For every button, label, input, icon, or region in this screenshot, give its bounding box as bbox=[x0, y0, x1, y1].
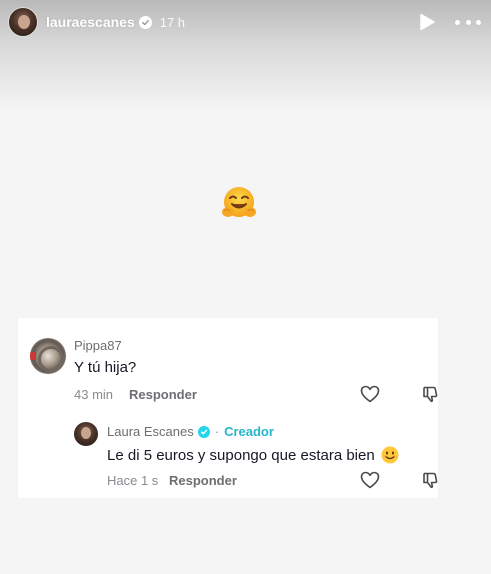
story-username[interactable]: lauraescanes bbox=[46, 14, 135, 30]
reply-button[interactable]: Responder bbox=[169, 473, 237, 488]
story-header: lauraescanes 17 h bbox=[0, 0, 491, 44]
smiling-face-emoji bbox=[381, 446, 399, 464]
reply-text-row: Le di 5 euros y supongo que estara bien bbox=[107, 446, 399, 464]
more-icon[interactable] bbox=[455, 12, 481, 32]
avatar[interactable] bbox=[74, 422, 98, 446]
comment-username[interactable]: Pippa87 bbox=[74, 338, 122, 353]
separator-dot: · bbox=[214, 424, 220, 439]
creator-badge: Creador bbox=[224, 424, 274, 439]
comment-card: Pippa87 Y tú hija? 43 min Responder Laur… bbox=[18, 318, 438, 498]
reply-username[interactable]: Laura Escanes bbox=[107, 424, 194, 439]
hugging-face-emoji bbox=[221, 186, 257, 220]
heart-icon[interactable] bbox=[360, 471, 380, 489]
reply-header: Laura Escanes · Creador bbox=[107, 424, 274, 439]
dislike-icon[interactable] bbox=[422, 471, 440, 489]
verified-badge-icon bbox=[197, 425, 210, 438]
avatar[interactable] bbox=[8, 7, 38, 37]
play-icon[interactable] bbox=[417, 12, 437, 32]
heart-icon[interactable] bbox=[360, 385, 380, 403]
comment-time: 43 min bbox=[74, 387, 114, 402]
dislike-icon[interactable] bbox=[422, 385, 440, 403]
reply-text: Le di 5 euros y supongo que estara bien bbox=[107, 446, 375, 464]
verified-badge-icon bbox=[138, 15, 152, 29]
comment-text: Y tú hija? bbox=[74, 359, 137, 376]
reply-button[interactable]: Responder bbox=[129, 387, 197, 402]
story-time: 17 h bbox=[159, 14, 186, 30]
avatar[interactable] bbox=[30, 338, 66, 374]
reply-time: Hace 1 s bbox=[107, 473, 159, 488]
